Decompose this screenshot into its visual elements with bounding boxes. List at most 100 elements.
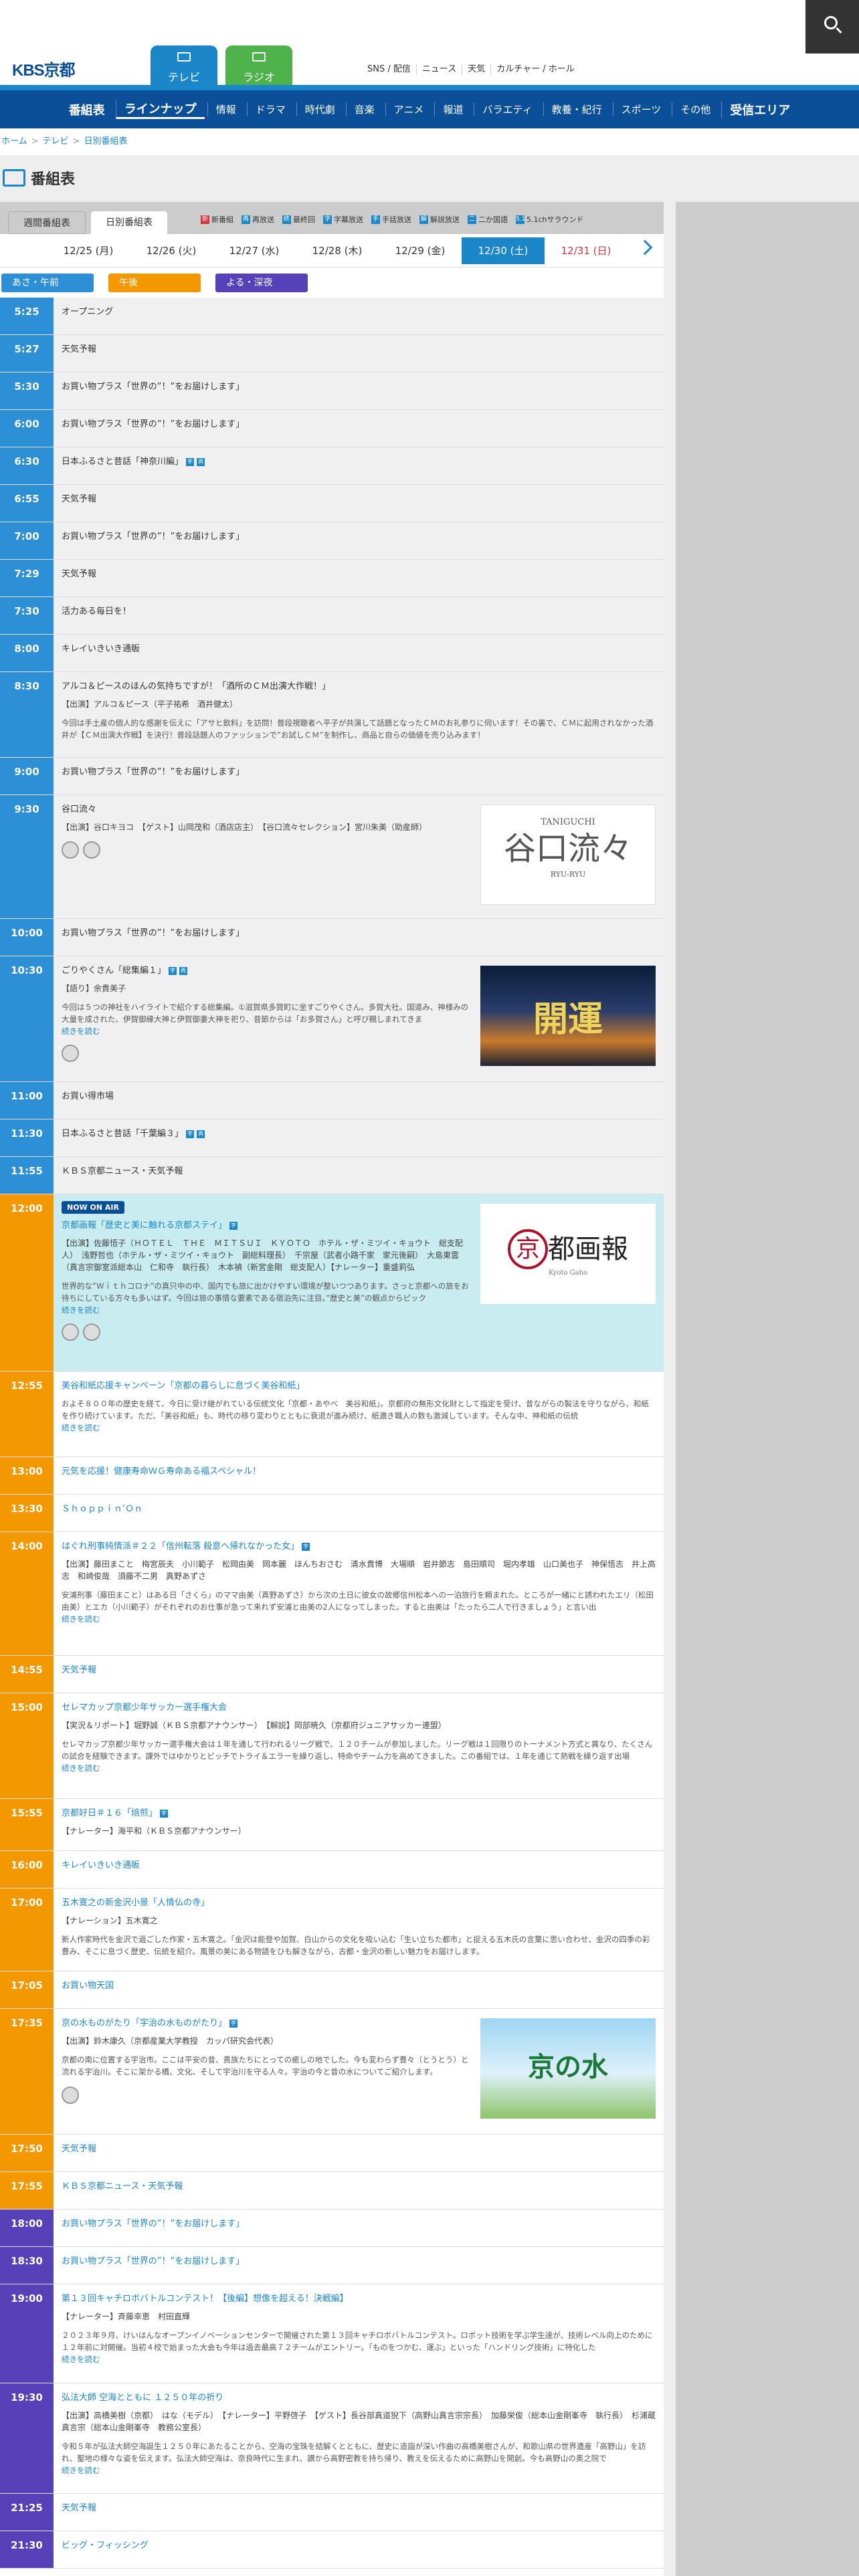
gnav-item[interactable]: ドラマ xyxy=(246,102,294,116)
program-title[interactable]: アルコ＆ピースのほんの気持ちですが！「酒所のＣＭ出演大作戦！」 xyxy=(62,679,656,691)
program-title[interactable]: Ｓｈｏｐｐｉｎ’Ｏｎ xyxy=(62,1501,656,1514)
program-title[interactable]: お買い物プラス「世界の”！”をお届けします」 xyxy=(62,417,656,429)
program-title[interactable]: お買い物プラス「世界の”！”をお届けします」 xyxy=(62,529,656,542)
date-tab[interactable]: 12/31 (日) xyxy=(545,237,628,264)
gnav-item[interactable]: 情報 xyxy=(207,102,244,116)
tab-tv[interactable]: テレビ xyxy=(151,45,217,85)
program-row[interactable]: 15:00 セレマカップ京都少年サッカー選手権大会 【実況＆リポート】堀野誠（ＫＢＳ… xyxy=(0,1693,664,1799)
sns-icon[interactable] xyxy=(83,841,100,859)
program-row[interactable]: 7:30 活力ある毎日を！ xyxy=(0,597,664,635)
program-row[interactable]: 6:30 日本ふるさと昔話「神奈川編」字再 xyxy=(0,447,664,485)
program-title[interactable]: 天気予報 xyxy=(62,2141,656,2154)
program-title[interactable]: 天気予報 xyxy=(62,2500,656,2513)
program-row[interactable]: 13:00 元気を応援！健康寿命ＷＧ寿命ある福スペシャル！ xyxy=(0,1457,664,1495)
program-row[interactable]: 21:30 ビッグ・フィッシング xyxy=(0,2531,664,2569)
program-row[interactable]: 8:00 キレイいきいき通販 xyxy=(0,635,664,672)
gnav-item[interactable]: 時代劇 xyxy=(296,102,343,116)
program-row[interactable]: 17:00 五木寛之の新金沢小景「人情仏の寺」 【ナレーション】五木寛之 新人作家時代… xyxy=(0,1889,664,1971)
tab-daily[interactable]: 日別番組表 xyxy=(91,211,167,234)
read-more-link[interactable]: 続きを読む xyxy=(62,1422,656,1433)
program-row[interactable]: 17:55 ＫＢＳ京都ニュース・天気予報 xyxy=(0,2172,664,2210)
program-title[interactable]: お買い物プラス「世界の”！”をお届けします」 xyxy=(62,926,656,938)
program-row[interactable]: 11:00 お買い得市場 xyxy=(0,1082,664,1119)
tab-weekly[interactable]: 週間番組表 xyxy=(8,211,86,234)
read-more-link[interactable]: 続きを読む xyxy=(62,1305,470,1315)
filter-morning[interactable]: あさ・午前 xyxy=(1,274,94,292)
share-icon[interactable] xyxy=(62,2086,79,2104)
kbs-logo[interactable]: KBS京都 xyxy=(12,57,76,80)
program-row[interactable]: 15:55 京都好日＃１６「焙煎」字【ナレーター】海平和（ＫＢＳ京都アナウンサー） xyxy=(0,1799,664,1851)
gnav-item[interactable]: 音楽 xyxy=(345,102,383,116)
date-tab[interactable]: 12/28 (木) xyxy=(296,237,379,264)
program-row[interactable]: 19:00 第１３回キャチロボバトルコンテスト！【後編】想像を超える！決戦編】 【ナ… xyxy=(0,2284,664,2383)
program-row[interactable]: 7:00 お買い物プラス「世界の”！”をお届けします」 xyxy=(0,522,664,560)
gnav-item[interactable]: 受信エリア xyxy=(721,100,798,118)
program-title[interactable]: お買い物プラス「世界の”！”をお届けします」 xyxy=(62,2254,656,2266)
date-tab[interactable]: 12/25 (月) xyxy=(47,237,130,264)
gnav-item[interactable]: 教養・紀行 xyxy=(543,102,610,116)
gnav-item[interactable]: 報道 xyxy=(434,102,471,116)
program-row[interactable]: 5:27 天気予報 xyxy=(0,335,664,372)
program-row[interactable]: 17:50 天気予報 xyxy=(0,2135,664,2172)
program-title[interactable]: ごりやくさん「総集編１」字再 xyxy=(62,963,470,976)
program-title[interactable]: 天気予報 xyxy=(62,1662,656,1675)
program-row[interactable]: 11:55 ＫＢＳ京都ニュース・天気予報 xyxy=(0,1157,664,1194)
program-row[interactable]: 21:25 天気予報 xyxy=(0,2494,664,2531)
next-arrow-icon[interactable] xyxy=(637,239,653,255)
program-title[interactable]: 天気予報 xyxy=(62,492,656,504)
subnav-weather[interactable]: 天気 xyxy=(462,64,490,75)
program-title[interactable]: 活力ある毎日を！ xyxy=(62,604,656,617)
gnav-item[interactable]: スポーツ xyxy=(612,102,670,116)
program-title[interactable]: 京都好日＃１６「焙煎」字 xyxy=(62,1806,656,1818)
program-title[interactable]: キレイいきいき通販 xyxy=(62,1858,656,1870)
breadcrumb-tv[interactable]: テレビ xyxy=(43,128,69,155)
program-title[interactable]: お買い物プラス「世界の”！”をお届けします」 xyxy=(62,379,656,392)
date-tab[interactable]: 12/29 (金) xyxy=(379,237,462,264)
program-title[interactable]: お買い物プラス「世界の”！”をお届けします」 xyxy=(62,764,656,777)
search-button[interactable] xyxy=(805,0,859,53)
read-more-link[interactable]: 続きを読む xyxy=(62,2354,656,2365)
program-title[interactable]: 京都画報「歴史と美に触れる京都ステイ」字 xyxy=(62,1218,470,1230)
date-tab[interactable]: 12/26 (火) xyxy=(130,237,213,264)
read-more-link[interactable]: 続きを読む xyxy=(62,2465,656,2476)
program-title[interactable]: セレマカップ京都少年サッカー選手権大会 xyxy=(62,1700,656,1713)
program-title[interactable]: ＫＢＳ京都ニュース・天気予報 xyxy=(62,2179,656,2191)
program-row[interactable]: 17:35 京の水ものがたり「宇治の水ものがたり」字【出演】鈴木康久（京都産業大学… xyxy=(0,2009,664,2135)
program-title[interactable]: 弘法大師 空海とともに １２５０年の祈り xyxy=(62,2390,656,2403)
filter-afternoon[interactable]: 午後 xyxy=(108,274,201,292)
program-title[interactable]: ＫＢＳ京都ニュース・天気予報 xyxy=(62,1164,656,1176)
program-title[interactable]: 京の水ものがたり「宇治の水ものがたり」字 xyxy=(62,2016,470,2028)
program-row[interactable]: 11:30 日本ふるさと昔話「千葉編３」字再 xyxy=(0,1119,664,1157)
program-row[interactable]: 9:30 谷口流々 【出演】谷口キヨコ 【ゲスト】山岡茂和（酒店店主） 【谷口流々セ… xyxy=(0,795,664,919)
date-tab[interactable]: 12/30 (土) xyxy=(462,237,545,264)
gnav-item[interactable]: 番組表 xyxy=(61,101,113,118)
program-title[interactable]: オープニング xyxy=(62,304,656,317)
program-row[interactable]: 10:00 お買い物プラス「世界の”！”をお届けします」 xyxy=(0,919,664,956)
program-title[interactable]: 元気を応援！健康寿命ＷＧ寿命ある福スペシャル！ xyxy=(62,1464,656,1477)
gnav-item[interactable]: その他 xyxy=(672,102,719,116)
program-row[interactable]: 8:30 アルコ＆ピースのほんの気持ちですが！「酒所のＣＭ出演大作戦！」 【出演】ア… xyxy=(0,672,664,758)
read-more-link[interactable]: 続きを読む xyxy=(62,1763,656,1774)
program-row[interactable]: 12:00 NOW ON AIR 京都画報「歴史と美に触れる京都ステイ」字【出演】佐… xyxy=(0,1194,664,1372)
gnav-item[interactable]: ラインナップ xyxy=(115,100,205,119)
program-title[interactable]: 日本ふるさと昔話「千葉編３」字再 xyxy=(62,1126,656,1139)
program-row[interactable]: 10:30 ごりやくさん「総集編１」字再【語り】余貴美子 今回は５つの神社をハイライ… xyxy=(0,956,664,1082)
program-title[interactable]: 五木寛之の新金沢小景「人情仏の寺」 xyxy=(62,1895,656,1908)
program-row[interactable]: 14:00 はぐれ刑事純情派＃２２「信州転落 殺意へ帰れなかった女」字【出演】藤田… xyxy=(0,1532,664,1656)
breadcrumb-home[interactable]: ホーム xyxy=(1,128,27,155)
tab-radio[interactable]: ラジオ xyxy=(225,45,292,85)
sns-icon[interactable] xyxy=(83,1323,100,1341)
subnav-sns[interactable]: SNS / 配信 xyxy=(362,64,416,75)
program-title[interactable]: 天気予報 xyxy=(62,566,656,579)
program-title[interactable]: 天気予報 xyxy=(62,342,656,354)
program-title[interactable]: お買い物プラス「世界の”！”をお届けします」 xyxy=(62,2216,656,2229)
program-title[interactable]: はぐれ刑事純情派＃２２「信州転落 殺意へ帰れなかった女」字 xyxy=(62,1539,656,1551)
program-row[interactable]: 17:05 お買い物天国 xyxy=(0,1971,664,2009)
share-icon[interactable] xyxy=(62,1044,79,1062)
program-row[interactable]: 7:29 天気予報 xyxy=(0,560,664,597)
gnav-item[interactable]: バラエティ xyxy=(474,102,540,116)
program-row[interactable]: 5:30 お買い物プラス「世界の”！”をお届けします」 xyxy=(0,372,664,410)
program-title[interactable]: お買い物天国 xyxy=(62,1978,656,1991)
program-title[interactable]: 日本ふるさと昔話「神奈川編」字再 xyxy=(62,454,656,467)
program-row[interactable]: 19:30 弘法大師 空海とともに １２５０年の祈り 【出演】高橋美樹（京都） はな… xyxy=(0,2383,664,2494)
